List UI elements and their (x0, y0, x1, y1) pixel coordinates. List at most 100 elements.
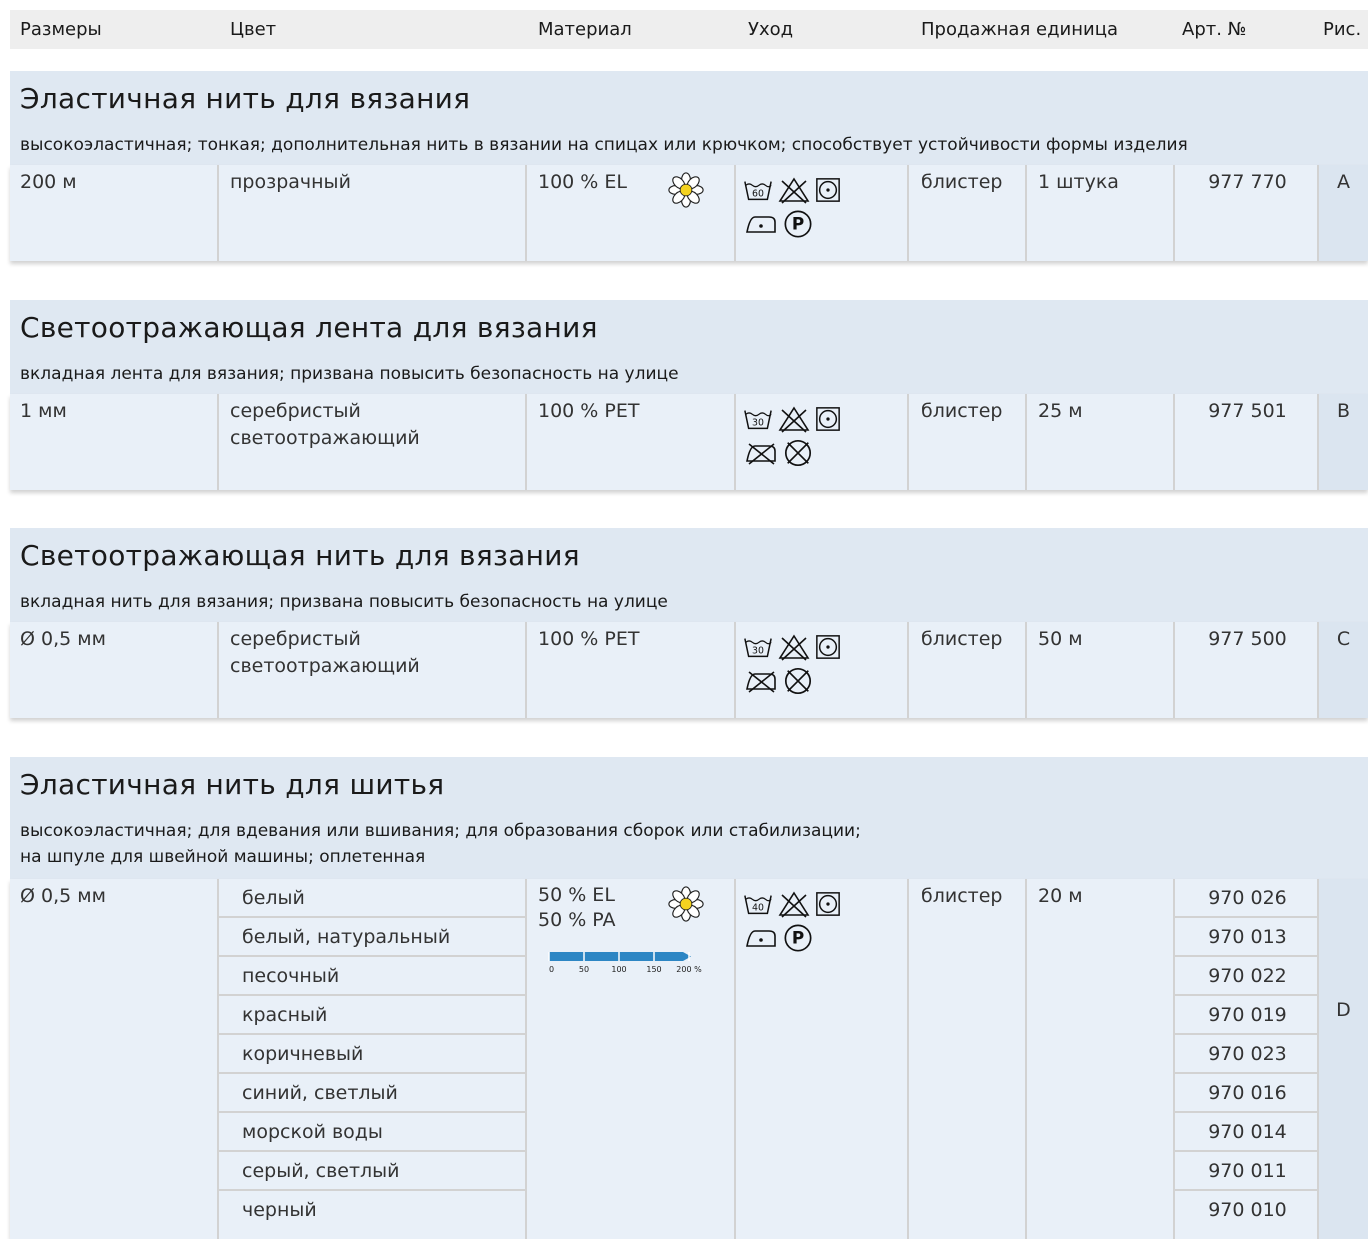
no-bleach-icon (777, 890, 811, 918)
stretch-bar-tip (683, 952, 691, 961)
product-section-elastic-knitting-thread: Эластичная нить для вязания высокоэласти… (10, 71, 1368, 261)
color-value: серебристый светоотражающий (230, 628, 420, 677)
quantity-value: 50 м (1038, 628, 1083, 650)
section-band: Светоотражающая лента для вязания вкладн… (10, 300, 1368, 394)
pic-value: D (1336, 999, 1351, 1021)
no-bleach-icon (777, 176, 811, 204)
no-bleach-icon (777, 633, 811, 661)
color-row-sea-water: морской воды (242, 1121, 383, 1143)
product-section-reflective-knitting-tape: Светоотражающая лента для вязания вкладн… (10, 300, 1368, 490)
dry-clean-p-icon (783, 923, 813, 953)
color-row-light-blue: синий, светлый (242, 1082, 398, 1104)
material-value: 100 % PET (538, 400, 640, 422)
art-row: 970 026 (1208, 887, 1287, 909)
size-value: 200 м (20, 171, 77, 193)
stretch-tick-label: 200 % (676, 965, 702, 974)
pic-value: C (1336, 628, 1351, 650)
care-symbols: 30 (743, 402, 863, 470)
stretch-tick-label: 150 (646, 965, 661, 974)
stretch-tick-label: 100 (611, 965, 626, 974)
section-band: Эластичная нить для вязания высокоэласти… (10, 71, 1368, 165)
art-row: 970 011 (1208, 1160, 1287, 1182)
art-row: 970 016 (1208, 1082, 1287, 1104)
svg-text:60: 60 (752, 189, 764, 200)
material-line1: 50 % EL (538, 884, 615, 906)
product-rows: Ø 0,5 мм белый белый, натуральный песочн… (10, 879, 1368, 1239)
section-description: высокоэластичная; тонкая; дополнительная… (20, 135, 1188, 155)
dry-clean-p-icon (783, 209, 813, 239)
pack-value: блистер (921, 171, 1003, 193)
art-value: 977 770 (1208, 171, 1287, 193)
eco-flower-icon (668, 172, 704, 208)
art-row: 970 014 (1208, 1121, 1287, 1143)
pic-column (1319, 879, 1368, 1239)
svg-text:40: 40 (752, 903, 764, 914)
pic-value: B (1336, 400, 1351, 422)
size-value: Ø 0,5 мм (20, 628, 106, 650)
pack-value: блистер (921, 885, 1003, 907)
pack-value: блистер (921, 400, 1003, 422)
care-symbols: 60 (743, 173, 863, 241)
no-dry-clean-icon (783, 438, 813, 468)
color-value: серебристый светоотражающий (230, 400, 420, 449)
color-row-brown: коричневый (242, 1043, 364, 1065)
no-bleach-icon (777, 405, 811, 433)
section-description: вкладная нить для вязания; призвана повы… (20, 592, 668, 612)
section-title: Эластичная нить для вязания (20, 82, 471, 115)
no-dry-clean-icon (783, 666, 813, 696)
product-row: Ø 0,5 мм серебристый светоотражающий 100… (10, 622, 1368, 718)
color-value: прозрачный (230, 171, 351, 193)
header-pic: Рис. (1323, 19, 1362, 40)
section-title: Светоотражающая лента для вязания (20, 311, 598, 344)
color-row-light-grey: серый, светлый (242, 1160, 400, 1182)
header-material: Материал (538, 19, 632, 40)
section-band: Светоотражающая нить для вязания вкладна… (10, 528, 1368, 622)
section-band: Эластичная нить для шитья высокоэластичн… (10, 757, 1368, 879)
art-row: 970 022 (1208, 965, 1287, 987)
size-value: Ø 0,5 мм (20, 885, 106, 907)
header-care: Уход (748, 19, 794, 40)
care-symbols: 30 (743, 630, 863, 698)
section-title: Эластичная нить для шитья (20, 768, 445, 801)
color-row-red: красный (242, 1004, 328, 1026)
product-section-elastic-sewing-thread: Эластичная нить для шитья высокоэластичн… (10, 757, 1368, 1239)
header-unit: Продажная единица (921, 19, 1118, 40)
material-value: 100 % PET (538, 628, 640, 650)
quantity-value: 20 м (1038, 885, 1083, 907)
no-iron-icon (743, 440, 779, 466)
svg-text:30: 30 (752, 646, 764, 657)
color-row-white: белый (242, 887, 305, 909)
color-row-black: черный (242, 1199, 317, 1221)
art-value: 977 501 (1208, 400, 1287, 422)
section-title: Светоотражающая нить для вязания (20, 539, 580, 572)
stretch-scale: 0 50 100 150 200 % (548, 952, 702, 974)
size-value: 1 мм (20, 400, 67, 422)
wash-tub-icon: 30 (743, 634, 773, 660)
stretch-tick-label: 50 (579, 965, 589, 974)
material-value: 100 % EL (538, 171, 627, 193)
quantity-value: 25 м (1038, 400, 1083, 422)
eco-flower-icon (668, 886, 704, 922)
art-row: 970 010 (1208, 1199, 1287, 1221)
tumble-dry-icon (815, 177, 841, 203)
wash-tub-icon: 40 (743, 891, 773, 917)
pic-value: A (1337, 171, 1350, 193)
header-size: Размеры (20, 19, 102, 40)
stretch-bar (549, 952, 683, 961)
table-header: Размеры Цвет Материал Уход Продажная еди… (10, 10, 1368, 49)
tumble-dry-icon (815, 891, 841, 917)
tumble-dry-icon (815, 406, 841, 432)
product-row: 1 мм серебристый светоотражающий 100 % P… (10, 394, 1368, 490)
pack-value: блистер (921, 628, 1003, 650)
material-line2: 50 % PA (538, 909, 616, 931)
art-row: 970 019 (1208, 1004, 1287, 1026)
color-row-sand: песочный (242, 965, 340, 987)
section-description-line1: высокоэластичная; для вдевания или вшива… (20, 821, 861, 841)
color-row-natural-white: белый, натуральный (242, 926, 451, 948)
section-description: вкладная лента для вязания; призвана пов… (20, 364, 679, 384)
iron-icon (743, 211, 779, 237)
header-color: Цвет (230, 19, 277, 40)
stretch-tick-label: 0 (549, 965, 554, 974)
wash-tub-icon: 30 (743, 406, 773, 432)
iron-icon (743, 925, 779, 951)
